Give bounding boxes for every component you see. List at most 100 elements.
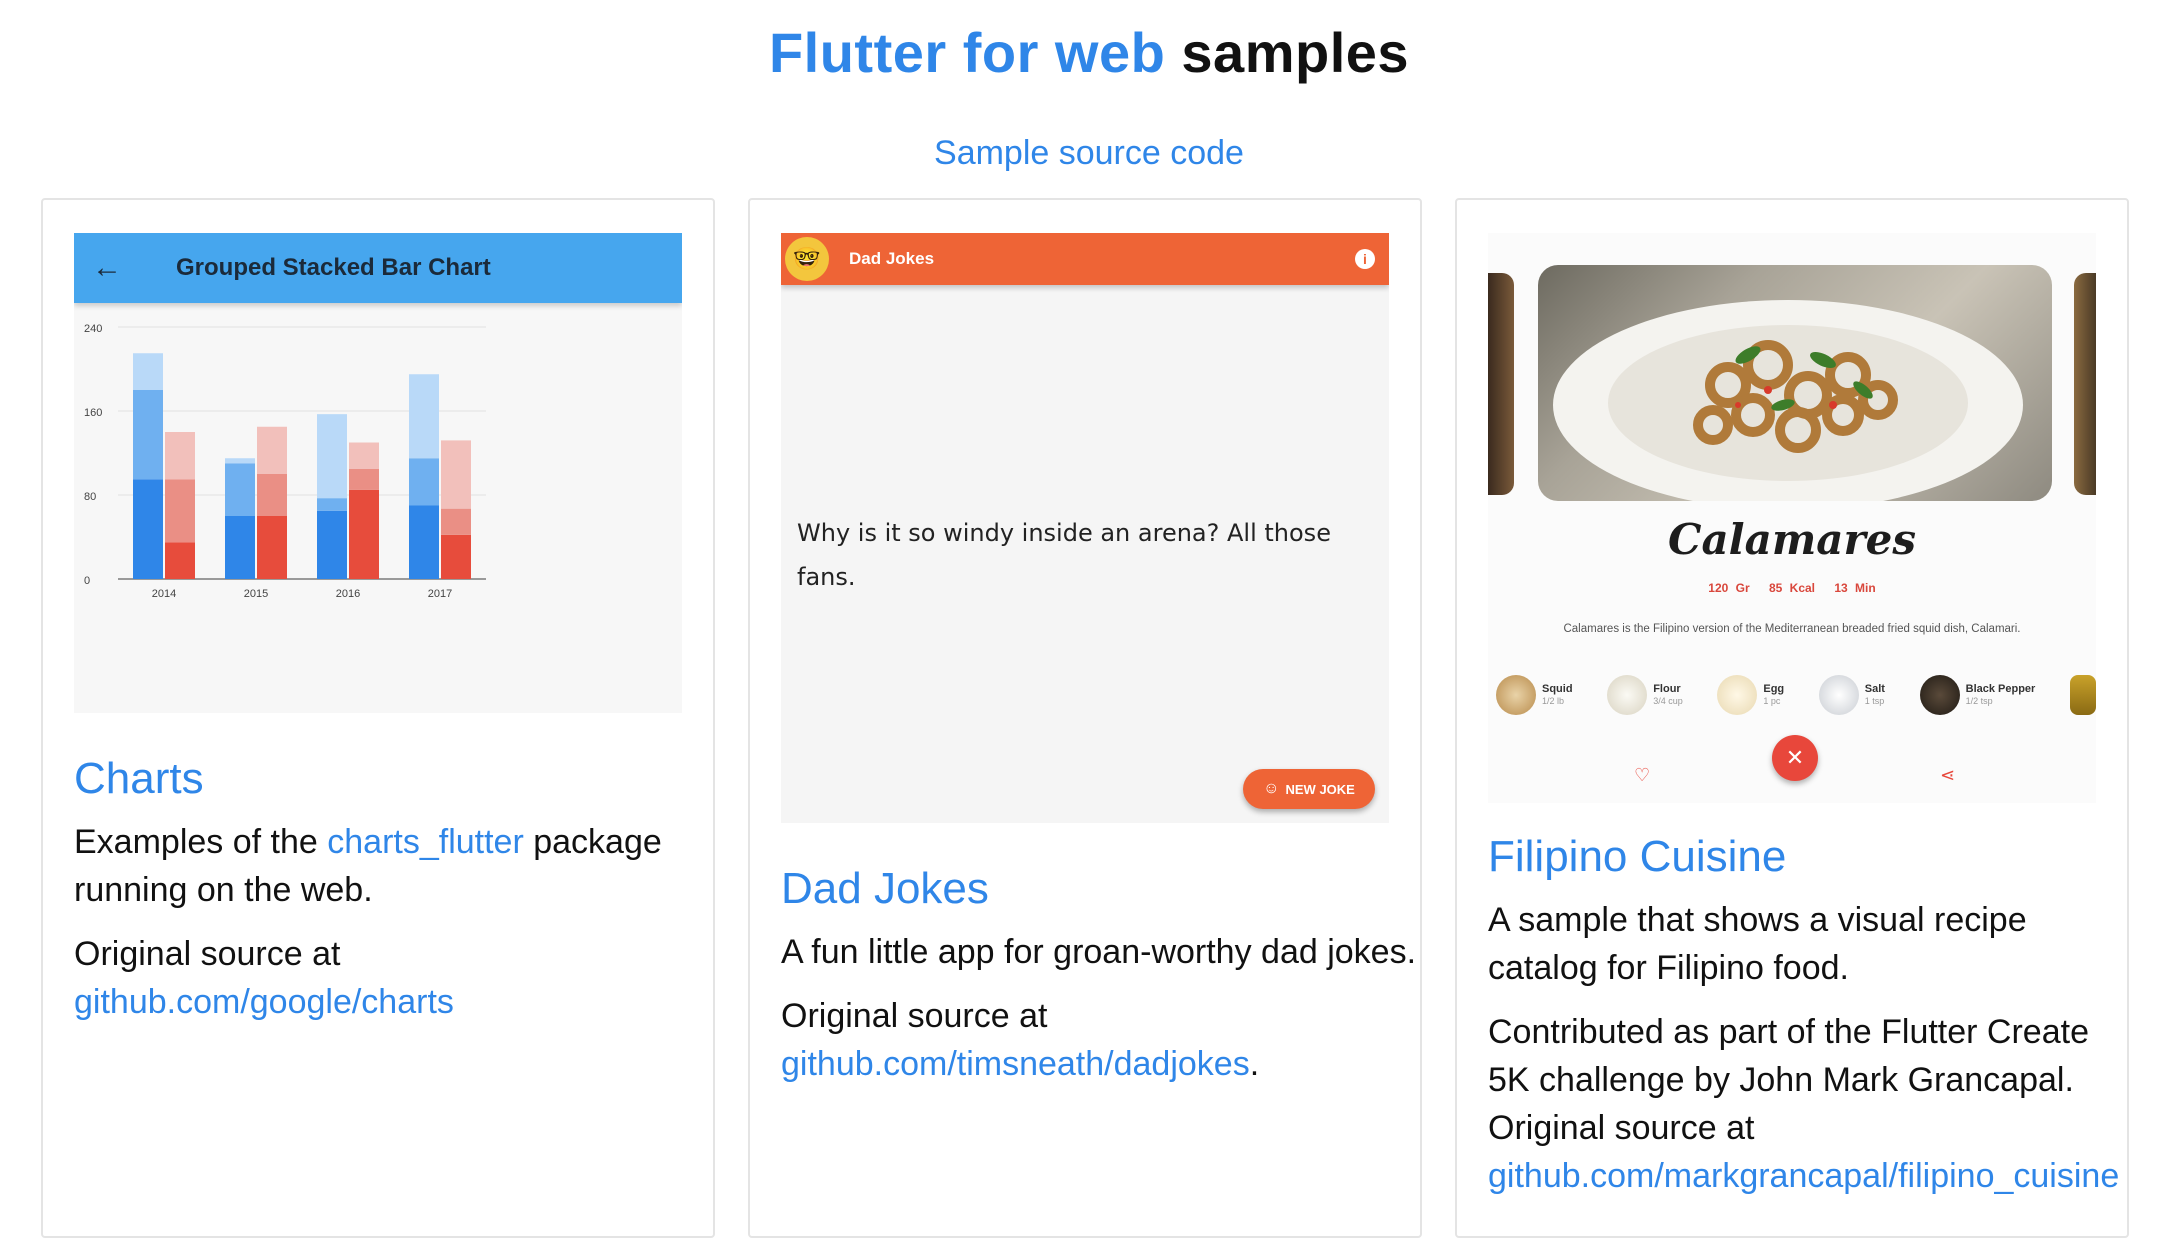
bar-segment xyxy=(349,468,379,490)
bar-segment xyxy=(225,458,255,464)
bar-segment xyxy=(441,534,471,579)
charts-app-bar-title: Grouped Stacked Bar Chart xyxy=(176,254,491,281)
github-filipino-cuisine-link[interactable]: github.com/markgrancapal/filipino_cuisin… xyxy=(1488,1157,2119,1195)
card-title-filipino-cuisine[interactable]: Filipino Cuisine xyxy=(1488,832,1786,882)
dad-jokes-screenshot[interactable]: 🤓 Dad Jokes i Why is it so windy inside … xyxy=(781,233,1389,823)
ingredient-qty: 1/2 lb xyxy=(1542,696,1565,706)
joke-text: Why is it so windy inside an arena? All … xyxy=(797,519,1331,591)
bar-segment xyxy=(165,479,195,543)
dad-jokes-app-bar: 🤓 Dad Jokes i xyxy=(781,233,1389,285)
card-description-dad-jokes: A fun little app for groan-worthy dad jo… xyxy=(781,928,1421,1104)
bar-segment xyxy=(409,458,439,506)
dish-kcal: 85 Kcal xyxy=(1768,581,1816,595)
card-title-charts[interactable]: Charts xyxy=(74,754,204,804)
ingredient-item: Salt 1 tsp xyxy=(1818,675,1885,715)
bar-segment xyxy=(225,516,255,579)
sample-card-charts[interactable]: ← Grouped Stacked Bar Chart 0 80 160 240 201… xyxy=(41,198,715,1238)
black-pepper-icon xyxy=(1919,675,1960,715)
arrow-back-icon: ← xyxy=(92,251,122,284)
bar-segment xyxy=(133,479,163,579)
charts-flutter-link[interactable]: charts_flutter xyxy=(327,823,524,861)
flour-icon xyxy=(1607,675,1648,715)
bar-segment xyxy=(317,414,347,499)
bar-segment xyxy=(257,474,287,516)
github-dadjokes-link[interactable]: github.com/timsneath/dadjokes xyxy=(781,1045,1250,1083)
bar-segment xyxy=(257,516,287,579)
ingredient-name: Squid xyxy=(1542,683,1573,695)
bar-segment xyxy=(165,542,195,579)
squid-icon xyxy=(1496,675,1536,715)
utensils-fab: ✕ xyxy=(1772,735,1818,781)
sample-card-filipino-cuisine[interactable]: Calamares 120 Gr 85 Kcal 13 Min Calamare… xyxy=(1455,198,2129,1238)
ingredient-list: Squid 1/2 lb Flour 3/4 cup Egg 1 pc Salt 1 t… xyxy=(1496,675,2096,715)
bar-segment xyxy=(441,440,471,509)
ingredient-name: Black Pepper xyxy=(1965,683,2036,695)
github-charts-link[interactable]: github.com/google/charts xyxy=(74,983,454,1021)
source-prefix: Contributed as part of the Flutter Creat… xyxy=(1488,1013,2089,1147)
sample-source-code-link[interactable]: Sample source code xyxy=(0,134,2178,173)
x-tick-label: 2015 xyxy=(244,588,268,600)
egg-icon xyxy=(1717,675,1758,715)
source-prefix: Original source at xyxy=(74,935,341,973)
source-prefix: Original source at xyxy=(781,997,1048,1035)
ingredient-qty: 3/4 cup xyxy=(1653,696,1683,706)
share-icon: ⋖ xyxy=(1940,765,1956,785)
ingredient-qty: 1 pc xyxy=(1763,696,1781,706)
bar-segment xyxy=(257,426,287,474)
charts-screenshot[interactable]: ← Grouped Stacked Bar Chart 0 80 160 240 201… xyxy=(74,233,682,713)
source-suffix: . xyxy=(1249,1045,1260,1083)
dish-meta: 120 Gr 85 Kcal 13 Min xyxy=(1488,581,2096,595)
x-tick-label: 2014 xyxy=(152,588,176,600)
x-tick-label: 2016 xyxy=(336,588,360,600)
calamares-photo xyxy=(1538,265,2052,501)
bar-segment xyxy=(133,353,163,390)
sample-card-dad-jokes[interactable]: 🤓 Dad Jokes i Why is it so windy inside … xyxy=(748,198,1422,1238)
bar-segment xyxy=(165,432,195,480)
x-tick-label: 2017 xyxy=(428,588,452,600)
y-tick-label: 240 xyxy=(84,323,102,335)
bar-segment xyxy=(225,463,255,516)
bar-segment xyxy=(317,510,347,579)
card-title-dad-jokes[interactable]: Dad Jokes xyxy=(781,864,989,914)
charts-app-bar: ← Grouped Stacked Bar Chart xyxy=(74,233,682,303)
ingredient-item: Squid 1/2 lb xyxy=(1496,675,1573,715)
dish-name: Calamares xyxy=(1668,515,1916,564)
ingredient-name: Flour xyxy=(1653,683,1681,695)
dish-description: Calamares is the Filipino version of the… xyxy=(1563,623,2021,635)
heart-icon: ♡ xyxy=(1634,765,1651,785)
bar-segment xyxy=(409,505,439,579)
page-title: Flutter for web samples xyxy=(0,20,2178,85)
y-tick-label: 160 xyxy=(84,407,102,419)
desc-text: Examples of the xyxy=(74,823,328,861)
page-title-samples: samples xyxy=(1181,21,1410,84)
bar-segment xyxy=(349,442,379,469)
ingredient-qty: 1/2 tsp xyxy=(1965,696,1993,706)
ingredient-qty: 1 tsp xyxy=(1864,696,1885,706)
dish-time: 13 Min xyxy=(1834,581,1876,595)
desc-text: A sample that shows a visual recipe cata… xyxy=(1488,901,2027,987)
dish-weight: 120 Gr xyxy=(1708,581,1750,595)
grouped-stacked-bar-chart: 0 80 160 240 2014 2015 2016 2017 xyxy=(84,323,486,600)
dad-jokes-app-bar-title: Dad Jokes xyxy=(849,249,935,268)
bar-segment xyxy=(317,498,347,511)
bar-segment xyxy=(409,374,439,459)
previous-dish-image xyxy=(1488,273,1514,495)
y-tick-label: 0 xyxy=(84,575,90,587)
ingredient-item xyxy=(2069,675,2096,715)
ingredient-item: Egg 1 pc xyxy=(1717,675,1784,715)
card-description-charts: Examples of the charts_flutter package r… xyxy=(74,818,714,1042)
next-dish-image xyxy=(2074,273,2096,495)
smile-icon: ☺ xyxy=(1263,780,1280,797)
bar-segment xyxy=(441,508,471,535)
page-title-flutter: Flutter for web xyxy=(768,21,1166,84)
ingredient-item: Black Pepper 1/2 tsp xyxy=(1919,675,2036,715)
card-description-filipino-cuisine: A sample that shows a visual recipe cata… xyxy=(1488,896,2128,1216)
nerd-face-icon: 🤓 xyxy=(785,237,829,281)
bar-segment xyxy=(133,390,163,480)
new-joke-button: ☺ NEW JOKE xyxy=(1243,769,1375,809)
ingredient-name: Egg xyxy=(1763,683,1785,695)
new-joke-label: NEW JOKE xyxy=(1285,781,1355,797)
filipino-cuisine-screenshot[interactable]: Calamares 120 Gr 85 Kcal 13 Min Calamare… xyxy=(1488,233,2096,803)
ingredient-name: Salt xyxy=(1864,683,1885,695)
ingredient-item: Flour 3/4 cup xyxy=(1607,675,1683,715)
